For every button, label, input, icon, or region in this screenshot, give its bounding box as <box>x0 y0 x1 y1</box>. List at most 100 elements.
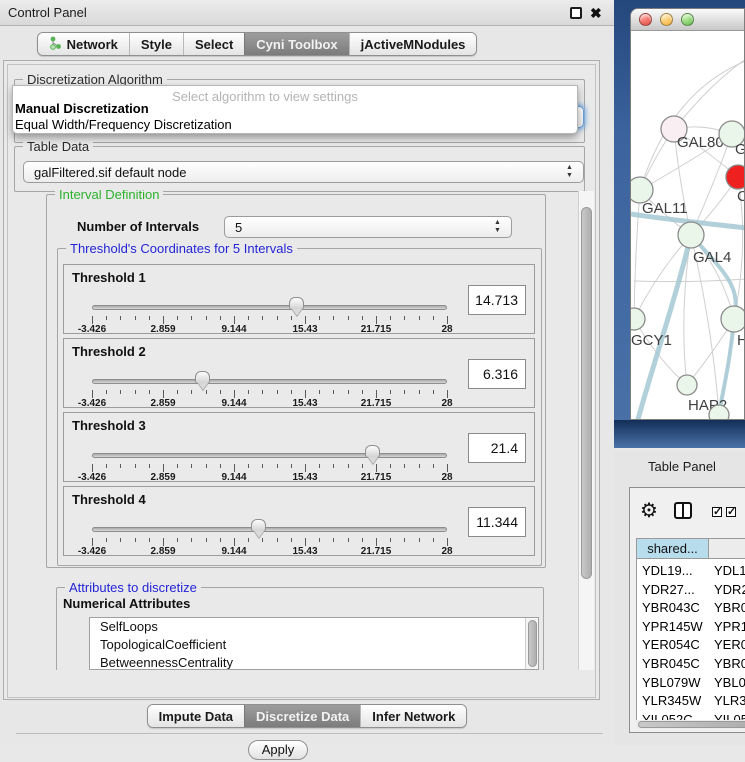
network-edge[interactable] <box>634 190 640 319</box>
table-cell[interactable]: YPR145W <box>714 619 745 634</box>
tab-discretize-data[interactable]: Discretize Data <box>244 705 360 727</box>
columns-icon[interactable] <box>674 502 692 519</box>
column-header-shared-name[interactable]: shared... <box>637 539 709 559</box>
table-hscroll-thumb[interactable] <box>638 721 745 728</box>
tick-mark <box>319 464 320 468</box>
column-header-name[interactable]: name <box>709 539 745 559</box>
threshold-value-field[interactable]: 6.316 <box>468 359 526 389</box>
slider-track[interactable] <box>92 527 447 532</box>
list-item[interactable]: SelfLoops <box>90 618 538 636</box>
tick-mark <box>419 316 420 320</box>
tick-label: -3.426 <box>69 546 115 557</box>
network-graph: GAL80GALCGAL11GAL4GCY1HHAP2 <box>631 31 745 420</box>
table-cell[interactable]: YBL079W <box>714 675 745 690</box>
tick-mark <box>234 538 235 546</box>
checkbox-icon[interactable]: ✓ <box>726 507 736 517</box>
table-cell[interactable]: YDL19... <box>714 563 745 578</box>
algorithm-option[interactable]: Manual Discretization <box>15 101 149 116</box>
table-cell[interactable]: YBR045C <box>714 656 745 671</box>
threshold-value-field[interactable]: 11.344 <box>468 507 526 537</box>
settings-scroll-thumb[interactable] <box>581 207 592 579</box>
network-edge[interactable] <box>674 59 745 129</box>
table-cell[interactable]: YDR27... <box>714 582 745 597</box>
slider-thumb[interactable] <box>195 371 210 384</box>
slider-track[interactable] <box>92 453 447 458</box>
list-item[interactable]: BetweennessCentrality <box>90 654 538 670</box>
tick-mark <box>319 390 320 394</box>
tab-network[interactable]: Network <box>38 33 129 55</box>
zoom-traffic-light-icon[interactable] <box>681 13 694 26</box>
table-cell[interactable]: YBR043C <box>642 600 700 615</box>
table-cell[interactable]: YLR345W <box>714 693 745 708</box>
close-icon[interactable]: ✖ <box>590 7 602 19</box>
threshold-panel: Threshold 1-3.4262.8599.14415.4321.71528… <box>63 264 535 334</box>
table-cell[interactable]: YLR345W <box>642 693 701 708</box>
tab-impute-data[interactable]: Impute Data <box>148 705 244 727</box>
list-scrollbar[interactable] <box>525 618 538 670</box>
table-cell[interactable]: YER054C <box>714 637 745 652</box>
tick-mark <box>120 390 121 394</box>
numerical-attributes-list[interactable]: SelfLoopsTopologicalCoefficientBetweenne… <box>89 617 539 670</box>
network-node[interactable] <box>726 165 745 189</box>
tab-style[interactable]: Style <box>129 33 183 55</box>
threshold-value-field[interactable]: 14.713 <box>468 285 526 315</box>
network-node[interactable] <box>709 405 729 420</box>
slider-thumb[interactable] <box>289 297 304 310</box>
network-node[interactable] <box>677 375 697 395</box>
table-cell[interactable]: YER054C <box>642 637 700 652</box>
tick-label: 21.715 <box>353 324 399 335</box>
tick-label: 9.144 <box>211 398 257 409</box>
num-intervals-spinner[interactable]: 5 ▲▼ <box>224 216 512 238</box>
table-data-combobox[interactable]: galFiltered.sif default node ▲▼ <box>23 161 584 183</box>
table-hscrollbar[interactable] <box>636 720 745 729</box>
tick-mark <box>404 390 405 394</box>
tick-mark <box>447 538 448 546</box>
network-node[interactable] <box>721 306 745 332</box>
table-cell[interactable]: YBR045C <box>642 656 700 671</box>
tab-cyni-toolbox[interactable]: Cyni Toolbox <box>244 33 348 55</box>
tick-label: 15.43 <box>282 546 328 557</box>
tick-label: -3.426 <box>69 324 115 335</box>
slider-thumb[interactable] <box>251 519 266 532</box>
tick-mark <box>262 390 263 394</box>
table-cell[interactable]: YDL19... <box>642 563 693 578</box>
minimize-traffic-light-icon[interactable] <box>660 13 673 26</box>
close-traffic-light-icon[interactable] <box>639 13 652 26</box>
threshold-label: Threshold 3 <box>72 418 146 433</box>
slider-track[interactable] <box>92 305 447 310</box>
tab-jactivemnodules[interactable]: jActiveMNodules <box>349 33 477 55</box>
gear-icon[interactable]: ⚙ <box>640 498 658 523</box>
tab-select[interactable]: Select <box>183 33 244 55</box>
slider-track[interactable] <box>92 379 447 384</box>
checkbox-icon[interactable]: ✓ <box>712 507 722 517</box>
tab-infer-network[interactable]: Infer Network <box>360 705 466 727</box>
network-edge[interactable] <box>634 319 687 385</box>
tick-label: 21.715 <box>353 546 399 557</box>
table-cell[interactable]: YPR145W <box>642 619 703 634</box>
node-table[interactable]: shared...name YDL19... YDL19... YDR27... YDR… <box>636 538 745 728</box>
tick-mark <box>149 464 150 468</box>
float-window-icon[interactable] <box>570 7 582 19</box>
tick-mark <box>333 390 334 394</box>
slider-thumb[interactable] <box>365 445 380 458</box>
table-cell[interactable]: YBL079W <box>642 675 701 690</box>
tick-mark <box>248 464 249 468</box>
algorithm-option[interactable]: Equal Width/Frequency Discretization <box>15 117 232 132</box>
tick-mark <box>120 464 121 468</box>
network-canvas[interactable]: GAL80GALCGAL11GAL4GCY1HHAP2 <box>631 31 745 420</box>
table-cell[interactable]: YBR043C <box>714 600 745 615</box>
network-node[interactable] <box>678 222 704 248</box>
tick-mark <box>163 538 164 546</box>
tick-label: -3.426 <box>69 472 115 483</box>
table-cell[interactable]: YDR27... <box>642 582 695 597</box>
list-item[interactable]: TopologicalCoefficient <box>90 636 538 654</box>
settings-scrollbar[interactable] <box>578 191 594 670</box>
tick-label: 28 <box>424 472 470 483</box>
apply-button[interactable]: Apply <box>248 740 308 760</box>
tick-mark <box>177 316 178 320</box>
list-scroll-thumb[interactable] <box>528 620 537 667</box>
threshold-value-field[interactable]: 21.4 <box>468 433 526 463</box>
tab-label: Cyni Toolbox <box>256 37 337 52</box>
tick-mark <box>262 464 263 468</box>
network-node[interactable] <box>631 308 645 330</box>
